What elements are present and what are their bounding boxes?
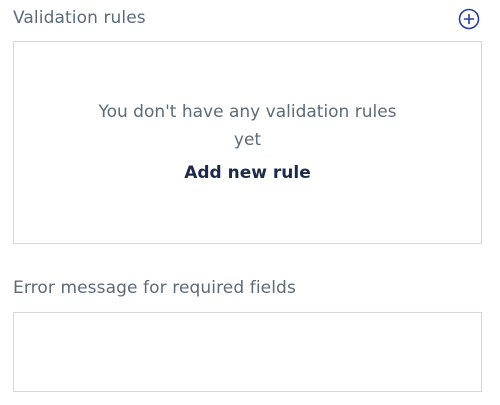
plus-circle-icon — [458, 8, 480, 30]
add-new-rule-link[interactable]: Add new rule — [14, 163, 481, 183]
empty-state-message: You don't have any validation rules yet — [98, 102, 397, 150]
validation-rules-header: Validation rules — [13, 6, 486, 34]
validation-rules-title: Validation rules — [13, 8, 146, 28]
add-validation-rule-button[interactable] — [458, 8, 480, 30]
required-error-message-input[interactable] — [13, 312, 482, 392]
required-error-label: Error message for required fields — [13, 278, 296, 298]
validation-settings-panel: Validation rules You don't have any vali… — [0, 0, 500, 405]
validation-rules-empty-state: You don't have any validation rules yet … — [13, 41, 482, 244]
